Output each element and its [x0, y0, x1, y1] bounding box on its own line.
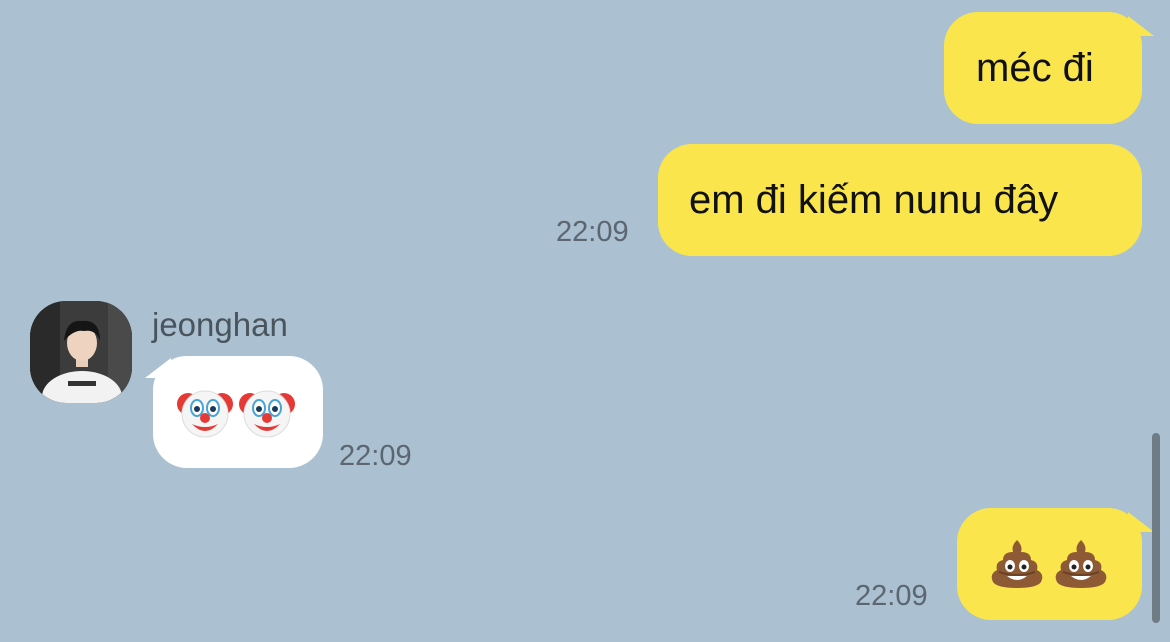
message-text: em đi kiếm nunu đây — [689, 177, 1059, 222]
avatar-photo — [30, 301, 132, 403]
my-message-bubble[interactable] — [957, 508, 1142, 620]
message-text: méc đi — [976, 45, 1094, 90]
message-timestamp: 22:09 — [339, 440, 412, 472]
bubble-tail — [1128, 512, 1154, 532]
message-timestamp: 22:09 — [556, 216, 629, 248]
pile-of-poo-icon — [991, 540, 1043, 588]
clown-face-icon — [239, 390, 295, 438]
avatar[interactable] — [30, 301, 132, 403]
bubble-tail — [1128, 16, 1154, 36]
sender-name: jeonghan — [152, 306, 288, 343]
clown-face-icon — [177, 390, 233, 438]
pile-of-poo-icon — [1055, 540, 1107, 588]
their-message-bubble[interactable] — [153, 356, 323, 468]
message-timestamp: 22:09 — [855, 580, 928, 612]
scrollbar[interactable] — [1152, 433, 1160, 623]
chat-window: méc đi em đi kiếm nunu đây 22:09 jeongha… — [0, 0, 1170, 642]
my-message-bubble[interactable]: méc đi — [944, 12, 1142, 124]
my-message-bubble[interactable]: em đi kiếm nunu đây — [658, 144, 1142, 256]
